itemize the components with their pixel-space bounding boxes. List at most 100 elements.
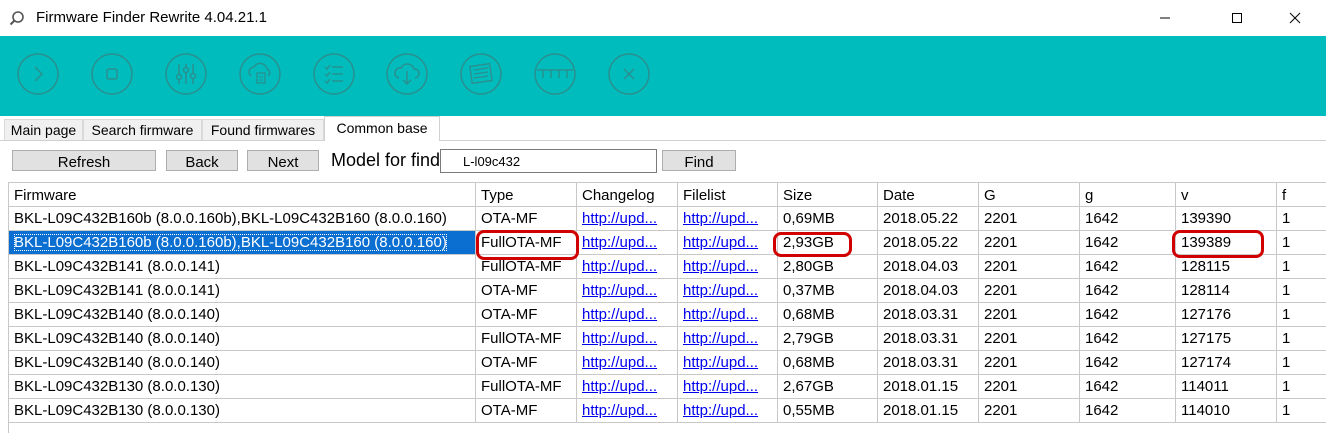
model-for-find-label: Model for find : bbox=[331, 150, 451, 170]
cloud-download-icon[interactable] bbox=[385, 52, 429, 96]
firmware-name: BKL-L09C432B160b (8.0.0.160b),BKL-L09C43… bbox=[14, 234, 447, 251]
cell-v: 127175 bbox=[1176, 327, 1277, 351]
table-row[interactable]: BKL-L09C432B140 (8.0.0.140) OTA-MF http://… bbox=[9, 351, 1326, 375]
maximize-button[interactable] bbox=[1214, 0, 1260, 36]
firmware-name: BKL-L09C432B130 (8.0.0.130) bbox=[14, 402, 220, 419]
cell-filelist[interactable]: http://upd... bbox=[678, 207, 778, 231]
toolbar bbox=[0, 36, 1326, 116]
back-button[interactable]: Back bbox=[166, 150, 238, 171]
column-header-changelog[interactable]: Changelog bbox=[577, 183, 678, 207]
newspaper-icon[interactable] bbox=[459, 52, 503, 96]
find-button[interactable]: Find bbox=[662, 150, 736, 171]
tab-main-page[interactable]: Main page bbox=[4, 119, 83, 140]
tab-search-firmware[interactable]: Search firmware bbox=[83, 119, 202, 140]
cell-type: OTA-MF bbox=[476, 303, 577, 327]
cell-f: 1 bbox=[1277, 255, 1326, 279]
cell-filelist[interactable]: http://upd... bbox=[678, 279, 778, 303]
table-row[interactable]: BKL-L09C432B130 (8.0.0.130) FullOTA-MF htt… bbox=[9, 375, 1326, 399]
cell-size: 0,68MB bbox=[778, 351, 878, 375]
column-header-firmware[interactable]: Firmware bbox=[9, 183, 476, 207]
cell-g-upper: 2201 bbox=[979, 351, 1080, 375]
table-row[interactable]: BKL-L09C432B140 (8.0.0.140) OTA-MF http://… bbox=[9, 303, 1326, 327]
cell-f: 1 bbox=[1277, 375, 1326, 399]
cell-f: 1 bbox=[1277, 399, 1326, 423]
cell-g-upper: 2201 bbox=[979, 327, 1080, 351]
close-circle-icon[interactable] bbox=[607, 52, 651, 96]
cell-changelog[interactable]: http://upd... bbox=[577, 375, 678, 399]
cell-v: 128114 bbox=[1176, 279, 1277, 303]
cell-firmware: BKL-L09C432B140 (8.0.0.140) bbox=[9, 351, 476, 375]
column-header-type[interactable]: Type bbox=[476, 183, 577, 207]
column-header-g[interactable]: g bbox=[1080, 183, 1176, 207]
cell-changelog[interactable]: http://upd... bbox=[577, 351, 678, 375]
table-row[interactable]: BKL-L09C432B160b (8.0.0.160b),BKL-L09C43… bbox=[9, 231, 1326, 255]
cell-filelist[interactable]: http://upd... bbox=[678, 255, 778, 279]
ruler-icon[interactable] bbox=[533, 52, 577, 96]
play-icon[interactable] bbox=[16, 52, 60, 96]
refresh-button[interactable]: Refresh bbox=[12, 150, 156, 171]
cell-type: FullOTA-MF bbox=[476, 255, 577, 279]
tab-found-firmwares[interactable]: Found firmwares bbox=[202, 119, 324, 140]
cell-filelist[interactable]: http://upd... bbox=[678, 303, 778, 327]
cell-f: 1 bbox=[1277, 351, 1326, 375]
cell-g-upper: 2201 bbox=[979, 279, 1080, 303]
column-header-v[interactable]: v bbox=[1176, 183, 1277, 207]
cell-firmware: BKL-L09C432B140 (8.0.0.140) bbox=[9, 327, 476, 351]
tab-common-base[interactable]: Common base bbox=[324, 116, 440, 141]
cell-filelist[interactable]: http://upd... bbox=[678, 351, 778, 375]
cell-g-upper: 2201 bbox=[979, 207, 1080, 231]
cell-g: 1642 bbox=[1080, 351, 1176, 375]
cloud-document-icon[interactable] bbox=[238, 52, 282, 96]
column-header-filelist[interactable]: Filelist bbox=[678, 183, 778, 207]
cell-f: 1 bbox=[1277, 303, 1326, 327]
cell-v: 114010 bbox=[1176, 399, 1277, 423]
firmware-name: BKL-L09C432B141 (8.0.0.141) bbox=[14, 282, 220, 299]
sliders-icon[interactable] bbox=[164, 52, 208, 96]
cell-v: 139390 bbox=[1176, 207, 1277, 231]
cell-firmware: BKL-L09C432B130 (8.0.0.130) bbox=[9, 399, 476, 423]
maximize-icon bbox=[1232, 13, 1242, 23]
cell-v: 128115 bbox=[1176, 255, 1277, 279]
table-row[interactable]: BKL-L09C432B130 (8.0.0.130) OTA-MF http://… bbox=[9, 399, 1326, 423]
column-header-f[interactable]: f bbox=[1277, 183, 1326, 207]
cell-filelist[interactable]: http://upd... bbox=[678, 231, 778, 255]
table-row[interactable]: BKL-L09C432B140 (8.0.0.140) FullOTA-MF htt… bbox=[9, 327, 1326, 351]
column-header-G[interactable]: G bbox=[979, 183, 1080, 207]
cell-date: 2018.01.15 bbox=[878, 399, 979, 423]
cell-g: 1642 bbox=[1080, 279, 1176, 303]
cell-g-upper: 2201 bbox=[979, 231, 1080, 255]
table-row[interactable]: BKL-L09C432B160b (8.0.0.160b),BKL-L09C43… bbox=[9, 207, 1326, 231]
table-row[interactable]: BKL-L09C432B141 (8.0.0.141) FullOTA-MF htt… bbox=[9, 255, 1326, 279]
model-input[interactable] bbox=[440, 149, 657, 173]
cell-size: 0,55MB bbox=[778, 399, 878, 423]
stop-icon[interactable] bbox=[90, 52, 134, 96]
cell-filelist[interactable]: http://upd... bbox=[678, 327, 778, 351]
title-bar: Firmware Finder Rewrite 4.04.21.1 bbox=[0, 0, 1326, 36]
table-row[interactable]: BKL-L09C432B141 (8.0.0.141) OTA-MF http://… bbox=[9, 279, 1326, 303]
close-button[interactable] bbox=[1272, 0, 1318, 36]
cell-v: 127176 bbox=[1176, 303, 1277, 327]
cell-changelog[interactable]: http://upd... bbox=[577, 303, 678, 327]
cell-g-upper: 2201 bbox=[979, 399, 1080, 423]
cell-changelog[interactable]: http://upd... bbox=[577, 327, 678, 351]
magnifier-app-icon bbox=[9, 11, 24, 26]
minimize-button[interactable] bbox=[1142, 0, 1188, 36]
column-header-size[interactable]: Size bbox=[778, 183, 878, 207]
cell-changelog[interactable]: http://upd... bbox=[577, 207, 678, 231]
cell-changelog[interactable]: http://upd... bbox=[577, 231, 678, 255]
cell-filelist[interactable]: http://upd... bbox=[678, 375, 778, 399]
column-header-date[interactable]: Date bbox=[878, 183, 979, 207]
cell-size: 2,67GB bbox=[778, 375, 878, 399]
cell-date: 2018.05.22 bbox=[878, 231, 979, 255]
cell-changelog[interactable]: http://upd... bbox=[577, 255, 678, 279]
cell-changelog[interactable]: http://upd... bbox=[577, 399, 678, 423]
cell-filelist[interactable]: http://upd... bbox=[678, 399, 778, 423]
cell-changelog[interactable]: http://upd... bbox=[577, 279, 678, 303]
cell-g-upper: 2201 bbox=[979, 255, 1080, 279]
cell-v: 127174 bbox=[1176, 351, 1277, 375]
next-button[interactable]: Next bbox=[247, 150, 319, 171]
cell-size: 0,68MB bbox=[778, 303, 878, 327]
cell-g-upper: 2201 bbox=[979, 303, 1080, 327]
checklist-icon[interactable] bbox=[312, 52, 356, 96]
cell-type: OTA-MF bbox=[476, 279, 577, 303]
